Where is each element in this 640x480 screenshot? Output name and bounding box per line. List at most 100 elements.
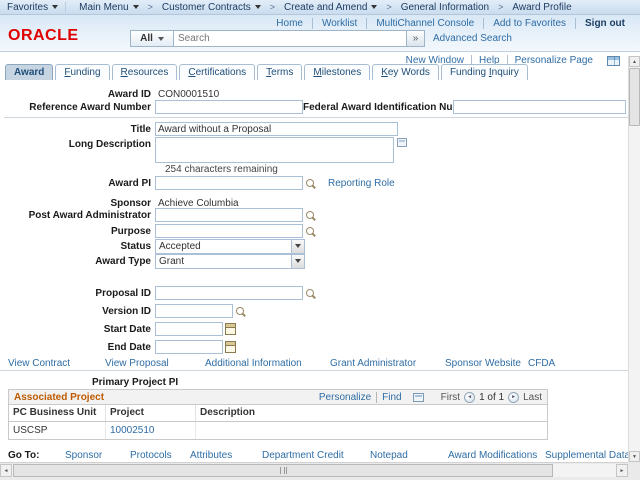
- vertical-scrollbar-thumb[interactable]: [629, 68, 640, 126]
- breadcrumb-customer-contracts[interactable]: Customer Contracts: [155, 2, 268, 13]
- tab-milestones[interactable]: Milestones: [304, 64, 370, 80]
- post-award-admin-field[interactable]: [155, 208, 303, 222]
- purpose-field[interactable]: [155, 224, 303, 238]
- lookup-icon[interactable]: [305, 178, 316, 189]
- worklist-link[interactable]: Worklist: [312, 18, 366, 29]
- long-description-label: Long Description: [8, 137, 155, 150]
- next-page-icon[interactable]: ►: [508, 392, 519, 403]
- dropdown-arrow-icon: [133, 5, 139, 9]
- home-link[interactable]: Home: [267, 18, 312, 29]
- search-go-button[interactable]: »: [407, 30, 425, 47]
- breadcrumb-create-and-amend[interactable]: Create and Amend: [277, 2, 384, 13]
- find-link[interactable]: Find: [376, 392, 406, 403]
- award-pi-label: Award PI: [8, 178, 155, 189]
- grant-administrator-link[interactable]: Grant Administrator: [330, 358, 416, 369]
- scroll-down-icon[interactable]: ▼: [629, 451, 640, 462]
- dropdown-arrow-icon: [295, 244, 301, 248]
- award-type-select[interactable]: Grant: [155, 254, 305, 269]
- breadcrumb-label: Award Profile: [512, 2, 571, 13]
- column-header-description: Description: [196, 405, 547, 421]
- section-divider: [0, 370, 628, 371]
- search-scope-value: All: [140, 33, 153, 44]
- breadcrumb-award-profile[interactable]: Award Profile: [505, 2, 578, 13]
- pager-first-label[interactable]: First: [441, 392, 460, 403]
- goto-protocols-link[interactable]: Protocols: [130, 450, 172, 461]
- tab-funding-inquiry[interactable]: Funding Inquiry: [441, 64, 528, 80]
- horizontal-scrollbar-thumb[interactable]: [13, 464, 553, 477]
- title-label: Title: [8, 124, 155, 135]
- proposal-id-field[interactable]: [155, 286, 303, 300]
- lookup-icon[interactable]: [305, 288, 316, 299]
- lookup-icon[interactable]: [235, 306, 246, 317]
- award-id-row: Award ID CON0001510: [8, 87, 626, 101]
- view-proposal-link[interactable]: View Proposal: [105, 358, 169, 369]
- federal-award-id-field[interactable]: [453, 100, 626, 114]
- tab-label: Award: [14, 67, 44, 78]
- grid-toolbar: Personalize Find First ◄ 1 of 1 ► Last: [314, 392, 542, 403]
- characters-remaining-text: 254 characters remaining: [165, 164, 278, 175]
- version-id-label: Version ID: [8, 306, 155, 317]
- expand-icon[interactable]: [397, 138, 407, 147]
- goto-attributes-link[interactable]: Attributes: [190, 450, 232, 461]
- view-contract-link[interactable]: View Contract: [8, 358, 70, 369]
- reference-award-number-field[interactable]: [155, 100, 303, 114]
- tab-resources[interactable]: Resources: [112, 64, 178, 80]
- horizontal-scrollbar[interactable]: ◄ ►: [0, 464, 628, 477]
- select-dropdown-button[interactable]: [291, 240, 304, 253]
- search-scope-dropdown[interactable]: All: [130, 30, 174, 47]
- vertical-scrollbar[interactable]: ▲ ▼: [628, 56, 640, 462]
- dropdown-arrow-icon: [255, 5, 261, 9]
- breadcrumb-chevron-icon: >: [146, 2, 155, 12]
- award-type-value: Grant: [159, 256, 184, 267]
- select-dropdown-button[interactable]: [291, 255, 304, 268]
- tab-award[interactable]: Award: [5, 64, 53, 80]
- personalize-layout-icon[interactable]: [607, 56, 620, 66]
- project-link[interactable]: 10002510: [110, 425, 155, 436]
- advanced-search-link[interactable]: Advanced Search: [433, 33, 512, 44]
- title-field[interactable]: [155, 122, 398, 136]
- start-date-label: Start Date: [8, 324, 155, 335]
- start-date-row: Start Date: [8, 322, 626, 336]
- associated-project-grid: Associated Project Personalize Find Firs…: [8, 389, 548, 440]
- tab-key-words[interactable]: Key Words: [372, 64, 439, 80]
- goto-supplemental-data-link[interactable]: Supplemental Data: [545, 450, 630, 461]
- sign-out-link[interactable]: Sign out: [575, 18, 634, 29]
- scroll-up-icon[interactable]: ▲: [629, 56, 640, 67]
- calendar-icon[interactable]: [225, 323, 236, 335]
- tab-funding[interactable]: Funding: [55, 64, 109, 80]
- scroll-left-icon[interactable]: ◄: [0, 464, 12, 477]
- tab-certifications[interactable]: Certifications: [179, 64, 255, 80]
- previous-page-icon[interactable]: ◄: [464, 392, 475, 403]
- scroll-right-icon[interactable]: ►: [616, 464, 628, 477]
- tab-terms[interactable]: Terms: [257, 64, 302, 80]
- sponsor-website-link[interactable]: Sponsor Website: [445, 358, 521, 369]
- lookup-icon[interactable]: [305, 210, 316, 221]
- reporting-role-link[interactable]: Reporting Role: [328, 178, 395, 189]
- multichannel-console-link[interactable]: MultiChannel Console: [366, 18, 483, 29]
- personalize-link[interactable]: Personalize: [314, 392, 376, 403]
- award-id-value: CON0001510: [155, 89, 219, 100]
- breadcrumb-favorites[interactable]: Favorites: [0, 2, 66, 13]
- cfda-link[interactable]: CFDA: [528, 358, 555, 369]
- award-pi-field[interactable]: [155, 176, 303, 190]
- goto-notepad-link[interactable]: Notepad: [370, 450, 408, 461]
- search-input[interactable]: [174, 30, 407, 47]
- start-date-field[interactable]: [155, 322, 223, 336]
- dropdown-arrow-icon: [158, 37, 164, 41]
- calendar-icon[interactable]: [225, 341, 236, 353]
- goto-department-credit-link[interactable]: Department Credit: [262, 450, 344, 461]
- additional-information-link[interactable]: Additional Information: [205, 358, 302, 369]
- pager-last-label[interactable]: Last: [523, 392, 542, 403]
- breadcrumb-general-information[interactable]: General Information: [394, 2, 496, 13]
- long-description-field[interactable]: [155, 137, 394, 163]
- lookup-icon[interactable]: [305, 226, 316, 237]
- end-date-field[interactable]: [155, 340, 223, 354]
- add-to-favorites-link[interactable]: Add to Favorites: [483, 18, 575, 29]
- download-icon[interactable]: [413, 393, 424, 402]
- status-select[interactable]: Accepted: [155, 239, 305, 254]
- goto-sponsor-link[interactable]: Sponsor: [65, 450, 102, 461]
- version-id-field[interactable]: [155, 304, 233, 318]
- breadcrumb-main-menu[interactable]: Main Menu: [72, 2, 145, 13]
- dropdown-arrow-icon: [52, 5, 58, 9]
- goto-award-modifications-link[interactable]: Award Modifications: [448, 450, 537, 461]
